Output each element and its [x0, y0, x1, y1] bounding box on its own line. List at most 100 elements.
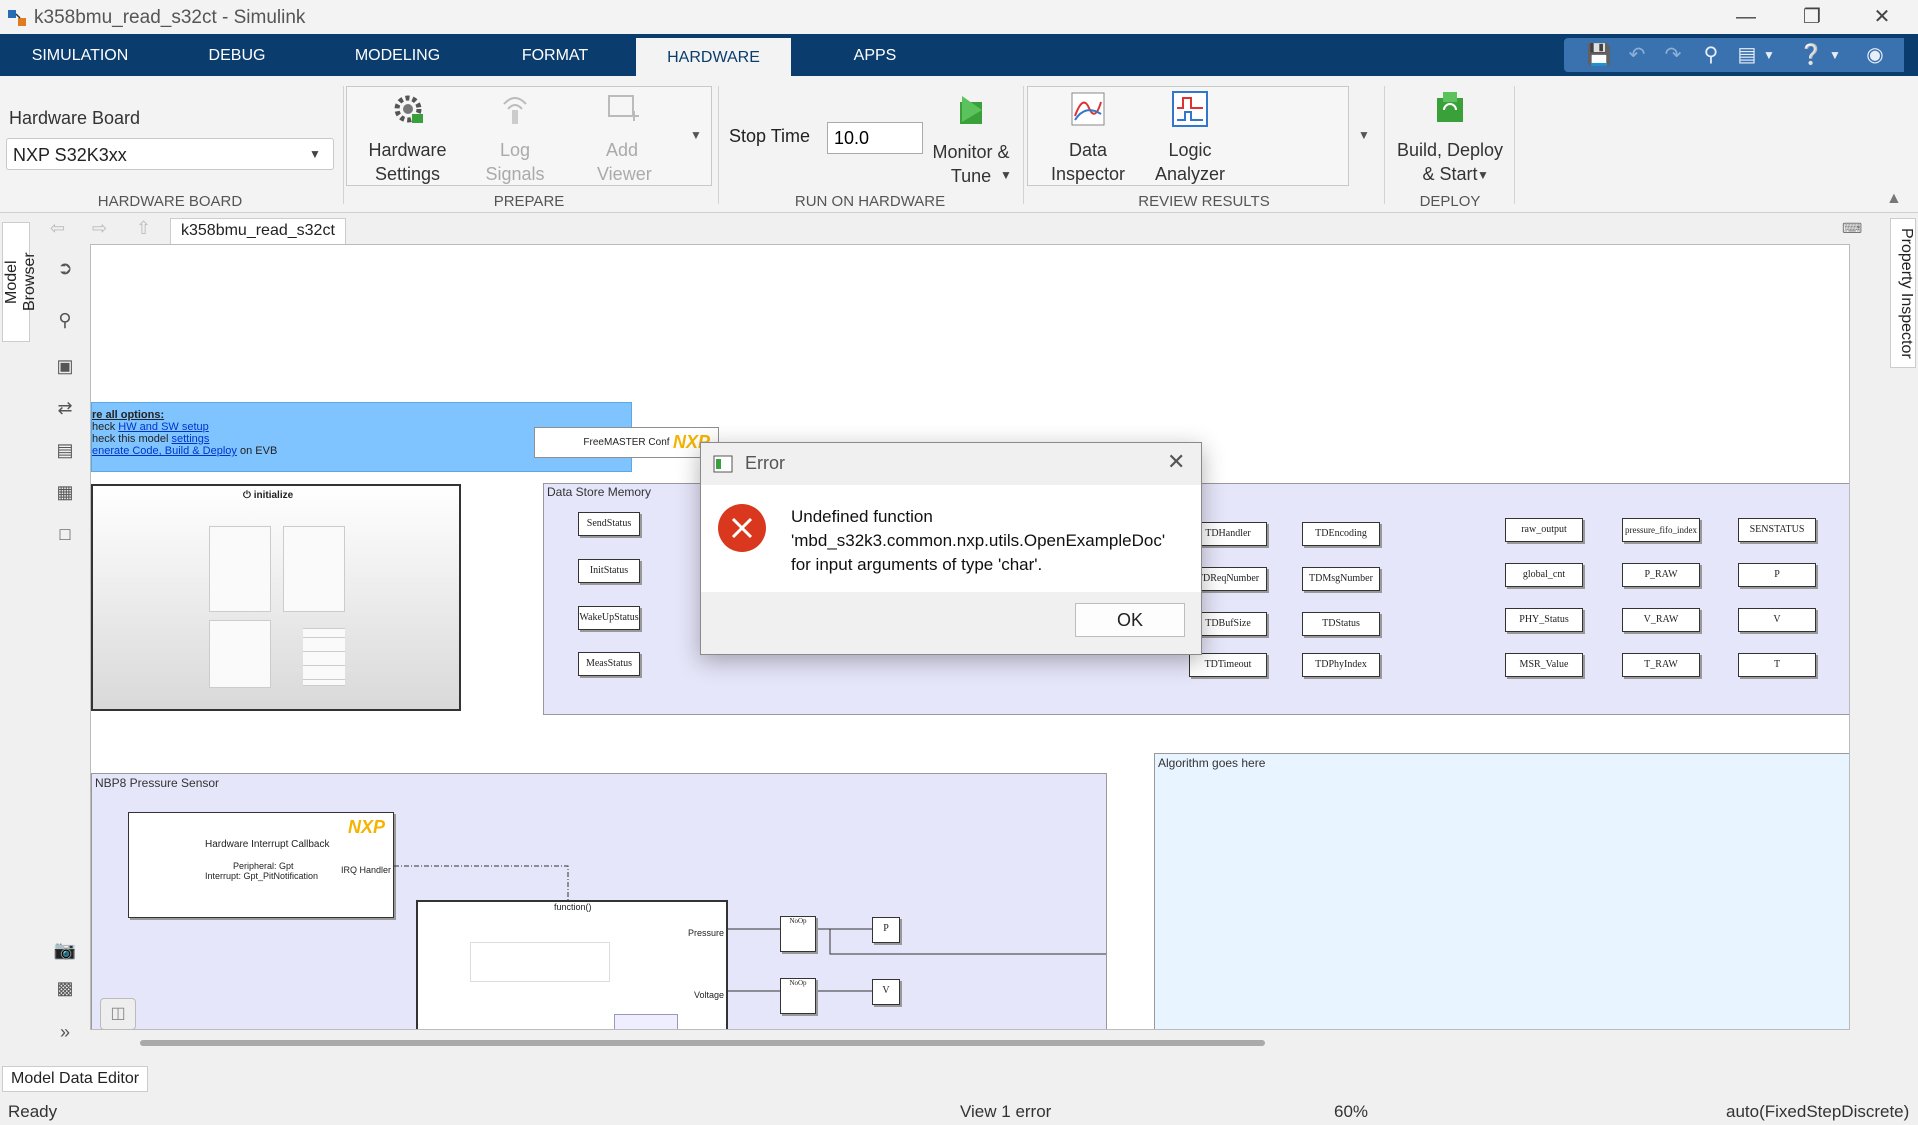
initialize-label: ⏻ initialize [243, 490, 294, 501]
redo-icon[interactable]: ↷ [1660, 43, 1686, 67]
dsm-block[interactable]: PHY_Status [1505, 608, 1583, 632]
output-block-v[interactable]: V [872, 979, 900, 1005]
tab-apps[interactable]: APPS [810, 34, 940, 76]
image-icon[interactable]: ▦ [52, 482, 78, 504]
close-window-button[interactable]: ✕ [1854, 0, 1910, 34]
view-errors-link[interactable]: View 1 error [960, 1102, 1051, 1122]
error-line-3: for input arguments of type 'char'. [791, 555, 1043, 574]
logic-analyzer-label: Logic Analyzer [1154, 140, 1226, 184]
tab-debug[interactable]: DEBUG [172, 34, 302, 76]
chevron-down-icon[interactable]: ▼ [1756, 43, 1782, 67]
forward-arrow-icon[interactable]: ⇨ [92, 218, 107, 239]
dsm-block[interactable]: pressure_fifo_index [1622, 518, 1700, 542]
log-signals-button[interactable]: Log Signals [465, 90, 565, 186]
dsm-block[interactable]: V_RAW [1622, 608, 1700, 632]
chevron-down-icon[interactable]: ▼ [1000, 168, 1012, 182]
dsm-block[interactable]: V [1738, 608, 1816, 632]
chevron-down-icon[interactable]: ▼ [1477, 168, 1489, 182]
ok-button[interactable]: OK [1075, 603, 1185, 637]
hardware-settings-button[interactable]: Hardware Settings [355, 90, 460, 186]
generate-code-link[interactable]: enerate Code, Build & Deploy [92, 445, 237, 457]
dsm-block[interactable]: TDTimeout [1189, 653, 1267, 677]
dsm-block[interactable]: TDMsgNumber [1302, 567, 1380, 591]
ribbon-separator [343, 86, 344, 204]
dsm-block[interactable]: WakeUpStatus [578, 606, 640, 630]
dsm-block[interactable]: SendStatus [578, 512, 640, 536]
expand-dock-icon[interactable]: » [52, 1022, 78, 1044]
dsm-block[interactable]: MSR_Value [1505, 653, 1583, 677]
navigate-icon[interactable]: ➲ [52, 258, 78, 280]
quick-access-toolbar: 💾 ↶ ↷ ⚲ ▤ ▼ ❔ ▼ ◉ [1564, 38, 1904, 72]
tab-simulation[interactable]: SIMULATION [0, 34, 160, 76]
horizontal-scroll-thumb[interactable] [140, 1040, 1265, 1046]
ribbon-separator [1023, 86, 1024, 204]
build-deploy-start-button[interactable]: Build, Deploy & Start [1388, 90, 1512, 186]
restore-button[interactable]: ❐ [1784, 0, 1840, 34]
dsm-block[interactable]: P_RAW [1622, 563, 1700, 587]
save-icon[interactable]: 💾 [1586, 43, 1612, 67]
dsm-block[interactable]: T_RAW [1622, 653, 1700, 677]
dsm-block[interactable]: InitStatus [578, 559, 640, 583]
hardware-board-select[interactable]: NXP S32K3xx ▼ [6, 138, 334, 170]
dialog-body: Undefined function 'mbd_s32k3.common.nxp… [701, 485, 1201, 592]
zoom-icon[interactable]: ⚲ [52, 310, 78, 332]
note-text: heck this model [92, 433, 172, 445]
back-arrow-icon[interactable]: ⇦ [50, 218, 65, 239]
options-icon[interactable]: ◉ [1862, 43, 1888, 67]
model-report-icon[interactable]: ▩ [52, 978, 78, 1000]
collapse-ribbon-icon[interactable]: ▲ [1886, 190, 1902, 208]
camera-icon[interactable]: 📷 [52, 940, 78, 962]
chevron-down-icon[interactable]: ▼ [1822, 43, 1848, 67]
help-icon[interactable]: ❔ [1798, 43, 1824, 67]
solver-status[interactable]: auto(FixedStepDiscrete) [1726, 1102, 1909, 1122]
settings-link[interactable]: settings [171, 433, 209, 445]
dialog-title: Error [745, 453, 785, 473]
tab-format[interactable]: FORMAT [490, 34, 620, 76]
dsm-block[interactable]: T [1738, 653, 1816, 677]
initialize-subsystem[interactable]: ⏻ initialize [91, 484, 461, 711]
data-inspector-button[interactable]: Data Inspector [1038, 90, 1138, 186]
stop-time-input[interactable] [827, 122, 923, 154]
prepare-expand-icon[interactable]: ▼ [690, 128, 702, 142]
up-arrow-icon[interactable]: ⇧ [136, 218, 151, 239]
logic-analyzer-button[interactable]: Logic Analyzer [1140, 90, 1240, 186]
area-icon[interactable]: □ [52, 524, 78, 546]
dsm-block[interactable]: global_cnt [1505, 563, 1583, 587]
dsm-block[interactable]: raw_output [1505, 518, 1583, 542]
dsm-block[interactable]: P [1738, 563, 1816, 587]
tab-modeling[interactable]: MODELING [330, 34, 465, 76]
keyboard-icon[interactable]: ⌨ [1842, 220, 1862, 237]
fit-to-view-icon[interactable]: ▣ [52, 356, 78, 378]
model-data-editor-tab[interactable]: Model Data Editor [2, 1066, 149, 1092]
monitor-tune-icon [960, 96, 982, 124]
dsm-block[interactable]: SENSTATUS [1738, 518, 1816, 542]
database-icon[interactable]: ◫ [100, 998, 136, 1029]
data-store-memory-title: Data Store Memory [547, 485, 652, 499]
zoom-level: 60% [1334, 1102, 1369, 1121]
property-inspector-tab[interactable]: Property Inspector [1890, 218, 1916, 368]
noop-block[interactable]: NoOp [780, 916, 816, 952]
model-browser-tab[interactable]: Model Browser [2, 222, 38, 342]
noop-block[interactable]: NoOp [780, 978, 816, 1014]
breadcrumb-model[interactable]: k358bmu_read_s32ct [170, 218, 346, 244]
tab-hardware[interactable]: HARDWARE [636, 38, 791, 76]
dsm-block[interactable]: TDStatus [1302, 612, 1380, 636]
function-call-subsystem[interactable]: function() Pressure Voltage [416, 900, 728, 1029]
freemaster-config-block[interactable]: FreeMASTER Conf NXP [534, 427, 719, 458]
annotation-icon[interactable]: ▤ [52, 440, 78, 462]
search-icon[interactable]: ⚲ [1698, 43, 1724, 67]
error-line-2: 'mbd_s32k3.common.nxp.utils.OpenExampleD… [791, 531, 1166, 550]
undo-icon[interactable]: ↶ [1624, 43, 1650, 67]
dialog-window-icon [713, 455, 733, 473]
dsm-block[interactable]: MeasStatus [578, 652, 640, 676]
review-expand-icon[interactable]: ▼ [1358, 128, 1370, 142]
dsm-block[interactable]: TDEncoding [1302, 522, 1380, 546]
signal-route-icon[interactable]: ⇄ [52, 398, 78, 420]
close-icon[interactable]: ✕ [1167, 449, 1185, 475]
dsm-block[interactable]: TDPhyIndex [1302, 653, 1380, 677]
add-viewer-button[interactable]: Add Viewer [572, 90, 672, 186]
minimize-button[interactable]: — [1718, 0, 1774, 34]
hw-sw-setup-link[interactable]: HW and SW setup [118, 421, 208, 433]
output-block-p[interactable]: P [872, 917, 900, 943]
ribbon-separator [1384, 86, 1385, 204]
